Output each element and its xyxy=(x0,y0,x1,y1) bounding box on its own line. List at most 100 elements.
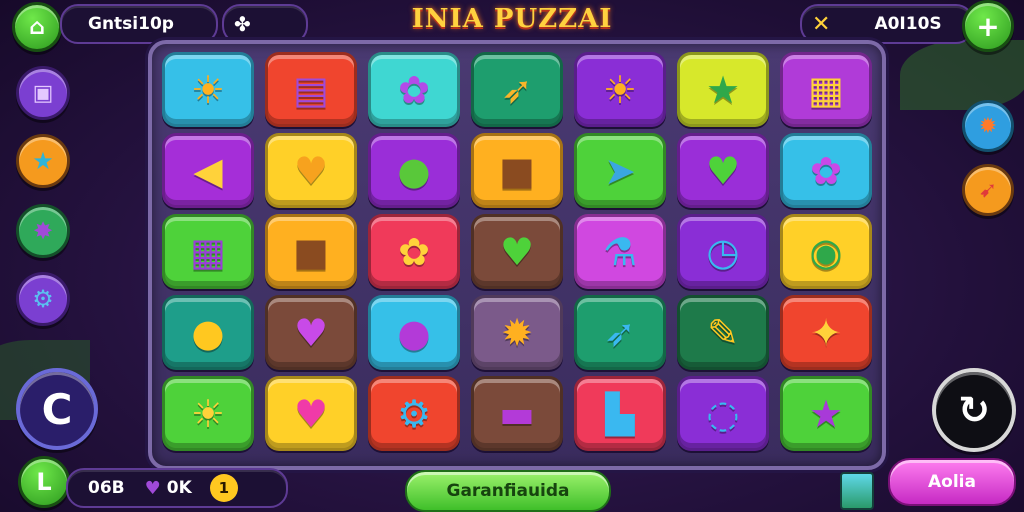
board-tile[interactable]: ▦ xyxy=(780,52,872,127)
plus-icon: + xyxy=(976,9,1000,43)
add-button[interactable]: + xyxy=(962,0,1014,52)
star-icon: ★ xyxy=(705,67,741,112)
bomb-icon: ● xyxy=(397,310,431,355)
monster-icon: ✸ xyxy=(32,217,54,245)
sun-icon: ☀ xyxy=(190,391,226,436)
main-action-button[interactable]: Garanfiauida xyxy=(405,470,611,512)
board-tile[interactable]: ☀ xyxy=(162,376,254,451)
board-tile[interactable]: ♥ xyxy=(677,133,769,208)
sidebar-gear-button[interactable]: ⚙ xyxy=(16,272,70,326)
star-icon: ★ xyxy=(808,391,844,436)
board-tile[interactable]: ✹ xyxy=(471,295,563,370)
heart-icon: ♥ xyxy=(293,148,329,193)
gear-icon: ⚙ xyxy=(396,391,432,436)
footer-stats-panel: 06B ♥ 0K 1 xyxy=(66,468,288,508)
sun-icon: ☀ xyxy=(190,67,226,112)
bag-icon: ▣ xyxy=(32,80,54,106)
board-tile[interactable]: ■ xyxy=(265,214,357,289)
board-tile[interactable]: ■ xyxy=(471,133,563,208)
heart-icon: ♥ xyxy=(293,310,329,355)
heart-icon: ♥ xyxy=(293,391,329,436)
board-tile[interactable]: ▦ xyxy=(162,214,254,289)
board-tile[interactable]: ♥ xyxy=(471,214,563,289)
board-tile[interactable]: ▙ xyxy=(574,376,666,451)
right-counter: A0I10S xyxy=(874,14,942,34)
board-tile[interactable]: ✿ xyxy=(368,214,460,289)
right-action-button[interactable]: Aolia xyxy=(888,458,1016,506)
undo-icon: ↻ xyxy=(958,388,990,432)
board-tile[interactable]: ☀ xyxy=(574,52,666,127)
swirl-icon: ◌ xyxy=(706,391,740,436)
pencil-icon: ✎ xyxy=(707,310,739,355)
refresh-button[interactable]: C xyxy=(16,368,98,450)
rocket-icon: ➹ xyxy=(978,177,998,203)
board-tile[interactable]: ♥ xyxy=(265,295,357,370)
board-tile[interactable]: ♥ xyxy=(265,133,357,208)
refresh-icon: C xyxy=(41,384,73,434)
board-tile[interactable]: ◌ xyxy=(677,376,769,451)
board-tile[interactable]: ➶ xyxy=(574,295,666,370)
sidebar-star-button[interactable]: ★ xyxy=(16,134,70,188)
gear-icon: ✹ xyxy=(501,310,533,355)
board-tile[interactable]: ♥ xyxy=(265,376,357,451)
board-tile[interactable]: ★ xyxy=(780,376,872,451)
board-tile[interactable]: ● xyxy=(368,133,460,208)
board-tile[interactable]: ◀ xyxy=(162,133,254,208)
crossed-swords-icon[interactable]: ✕ xyxy=(812,12,830,37)
arrow-icon: ➤ xyxy=(604,148,636,193)
flower-icon: ✿ xyxy=(398,67,430,112)
board-tile[interactable]: ◷ xyxy=(677,214,769,289)
horn-icon: ◀ xyxy=(193,148,223,193)
coin-count: 06B xyxy=(88,478,125,498)
board-tile[interactable]: ◉ xyxy=(780,214,872,289)
level-icon: L xyxy=(36,468,52,496)
footer-level-button[interactable]: L xyxy=(18,456,70,508)
sun-icon: ☀ xyxy=(602,67,638,112)
token-label: 1 xyxy=(218,479,229,497)
heart-icon: ♥ xyxy=(705,148,741,193)
box-icon: ■ xyxy=(499,148,535,193)
board-tile[interactable]: ▬ xyxy=(471,376,563,451)
book-icon: ▤ xyxy=(293,67,329,112)
sidebar-monster-button[interactable]: ✸ xyxy=(16,204,70,258)
board-tile[interactable]: ✿ xyxy=(780,133,872,208)
potion-icon: ⚗ xyxy=(602,229,638,274)
arrow-icon: ➶ xyxy=(501,67,533,112)
star-icon: ✦ xyxy=(810,310,842,355)
board-tile[interactable]: ✿ xyxy=(368,52,460,127)
arrow-icon: ➶ xyxy=(604,310,636,355)
heart-icon: ♥ xyxy=(499,229,535,274)
board-tile[interactable]: ▤ xyxy=(265,52,357,127)
board-tile[interactable]: ☀ xyxy=(162,52,254,127)
radio-icon: ▦ xyxy=(808,67,844,112)
board-tile[interactable]: ● xyxy=(162,295,254,370)
board-tile[interactable]: ➤ xyxy=(574,133,666,208)
gear-icon: ✹ xyxy=(978,113,998,139)
background-leaf xyxy=(900,40,1024,110)
sidebar-rocket-button[interactable]: ➹ xyxy=(962,164,1014,216)
board-tile[interactable]: ★ xyxy=(677,52,769,127)
balloon-icon: ● xyxy=(397,148,431,193)
undo-button[interactable]: ↻ xyxy=(932,368,1016,452)
board-tile[interactable]: ✎ xyxy=(677,295,769,370)
board-tile[interactable]: ● xyxy=(368,295,460,370)
tile-grid: ☀ ▤ ✿ ➶ ☀ ★ ▦ ◀ ♥ ● ■ ➤ ♥ ✿ ▦ ■ ✿ ♥ ⚗ ◷ ◉ ● ♥ ● ✹ ➶ ✎ ✦ ☀ ♥ ⚙ ▬ ▙ ◌ ★ xyxy=(162,52,872,451)
board-tile[interactable]: ✦ xyxy=(780,295,872,370)
board-tile[interactable]: ➶ xyxy=(471,52,563,127)
sidebar-right-gear-button[interactable]: ✹ xyxy=(962,100,1014,152)
star-icon: ★ xyxy=(32,147,54,175)
box-icon: ■ xyxy=(293,229,329,274)
board-tile[interactable]: ⚙ xyxy=(368,376,460,451)
scroll-icon: ▙ xyxy=(605,391,635,436)
clock-icon: ◷ xyxy=(706,229,740,274)
trash-icon[interactable] xyxy=(840,472,874,510)
right-counter-panel: ✕ A0I10S xyxy=(800,4,974,44)
puzzle-board: ☀ ▤ ✿ ➶ ☀ ★ ▦ ◀ ♥ ● ■ ➤ ♥ ✿ ▦ ■ ✿ ♥ ⚗ ◷ ◉ ● ♥ ● ✹ ➶ ✎ ✦ ☀ ♥ ⚙ ▬ ▙ ◌ ★ xyxy=(148,40,886,470)
gem-icon: ♥ xyxy=(144,477,161,499)
gear-icon: ⚙ xyxy=(32,285,54,313)
sidebar-bag-button[interactable]: ▣ xyxy=(16,66,70,120)
lollipop-icon: ● xyxy=(191,310,225,355)
board-tile[interactable]: ⚗ xyxy=(574,214,666,289)
token-badge: 1 xyxy=(209,474,238,502)
gem-count: 0K xyxy=(166,478,192,498)
